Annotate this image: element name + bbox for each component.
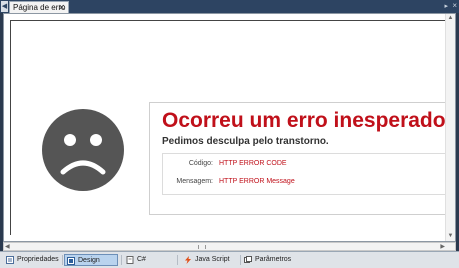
window-close-icon[interactable]: ×	[452, 0, 457, 12]
error-title: Ocorreu um erro inesperado!	[162, 109, 453, 132]
page-frame-top	[10, 20, 449, 35]
detail-row-code: Código: HTTP ERROR CODE	[163, 160, 446, 172]
page-frame-left	[10, 20, 11, 235]
sad-face-icon	[42, 109, 124, 191]
close-icon[interactable]: ✕	[58, 2, 65, 13]
parameters-icon	[244, 256, 252, 263]
tab-separator	[62, 255, 63, 265]
tab-separator	[121, 255, 122, 265]
view-tabs-bar: Propriedades Design C# Java Script Parâm…	[0, 251, 459, 268]
tab-properties[interactable]: Propriedades	[4, 254, 60, 266]
tab-design-label: Design	[78, 257, 100, 264]
tab-parameters[interactable]: Parâmetros	[242, 254, 300, 266]
tab-separator	[240, 255, 241, 265]
error-details: Código: HTTP ERROR CODE Mensagem: HTTP E…	[162, 153, 447, 195]
tab-separator	[177, 255, 178, 265]
csharp-file-icon	[126, 256, 134, 264]
document-tab-strip: ◀ Página de erro ✕ ▸ ×	[0, 0, 459, 13]
tab-javascript[interactable]: Java Script	[182, 254, 238, 266]
tab-list-dropdown-icon[interactable]: ▸	[444, 1, 448, 12]
tab-parameters-label: Parâmetros	[255, 256, 292, 263]
scroll-down-icon[interactable]: ▼	[446, 232, 455, 241]
tab-design[interactable]: Design	[64, 254, 118, 266]
scroll-right-icon[interactable]: ▶	[440, 243, 445, 251]
detail-label-message: Mensagem:	[176, 178, 213, 185]
detail-value-code: HTTP ERROR CODE	[219, 160, 287, 167]
properties-icon	[6, 256, 14, 264]
tab-error-page[interactable]: Página de erro ✕	[9, 1, 69, 13]
tab-properties-label: Propriedades	[17, 256, 59, 263]
tab-scroll-left-icon[interactable]: ◀	[1, 1, 8, 12]
scroll-thumb[interactable]	[198, 245, 206, 249]
scroll-left-icon[interactable]: ◀	[5, 243, 10, 251]
detail-row-message: Mensagem: HTTP ERROR Message	[163, 178, 446, 190]
detail-label-code: Código:	[188, 160, 213, 167]
design-canvas: Ocorreu um erro inesperado! Pedimos desc…	[3, 13, 456, 242]
error-subtitle: Pedimos desculpa pelo transtorno.	[162, 136, 329, 147]
tab-csharp-label: C#	[137, 256, 146, 263]
tab-csharp[interactable]: C#	[124, 254, 174, 266]
vertical-scrollbar[interactable]: ▲ ▼	[445, 14, 455, 241]
design-icon	[67, 257, 75, 265]
javascript-icon	[185, 256, 191, 264]
tab-javascript-label: Java Script	[195, 256, 230, 263]
horizontal-scrollbar[interactable]: ◀ ▶	[3, 242, 456, 251]
detail-value-message: HTTP ERROR Message	[219, 178, 295, 185]
scroll-up-icon[interactable]: ▲	[446, 14, 455, 23]
error-panel: Ocorreu um erro inesperado! Pedimos desc…	[149, 102, 453, 215]
